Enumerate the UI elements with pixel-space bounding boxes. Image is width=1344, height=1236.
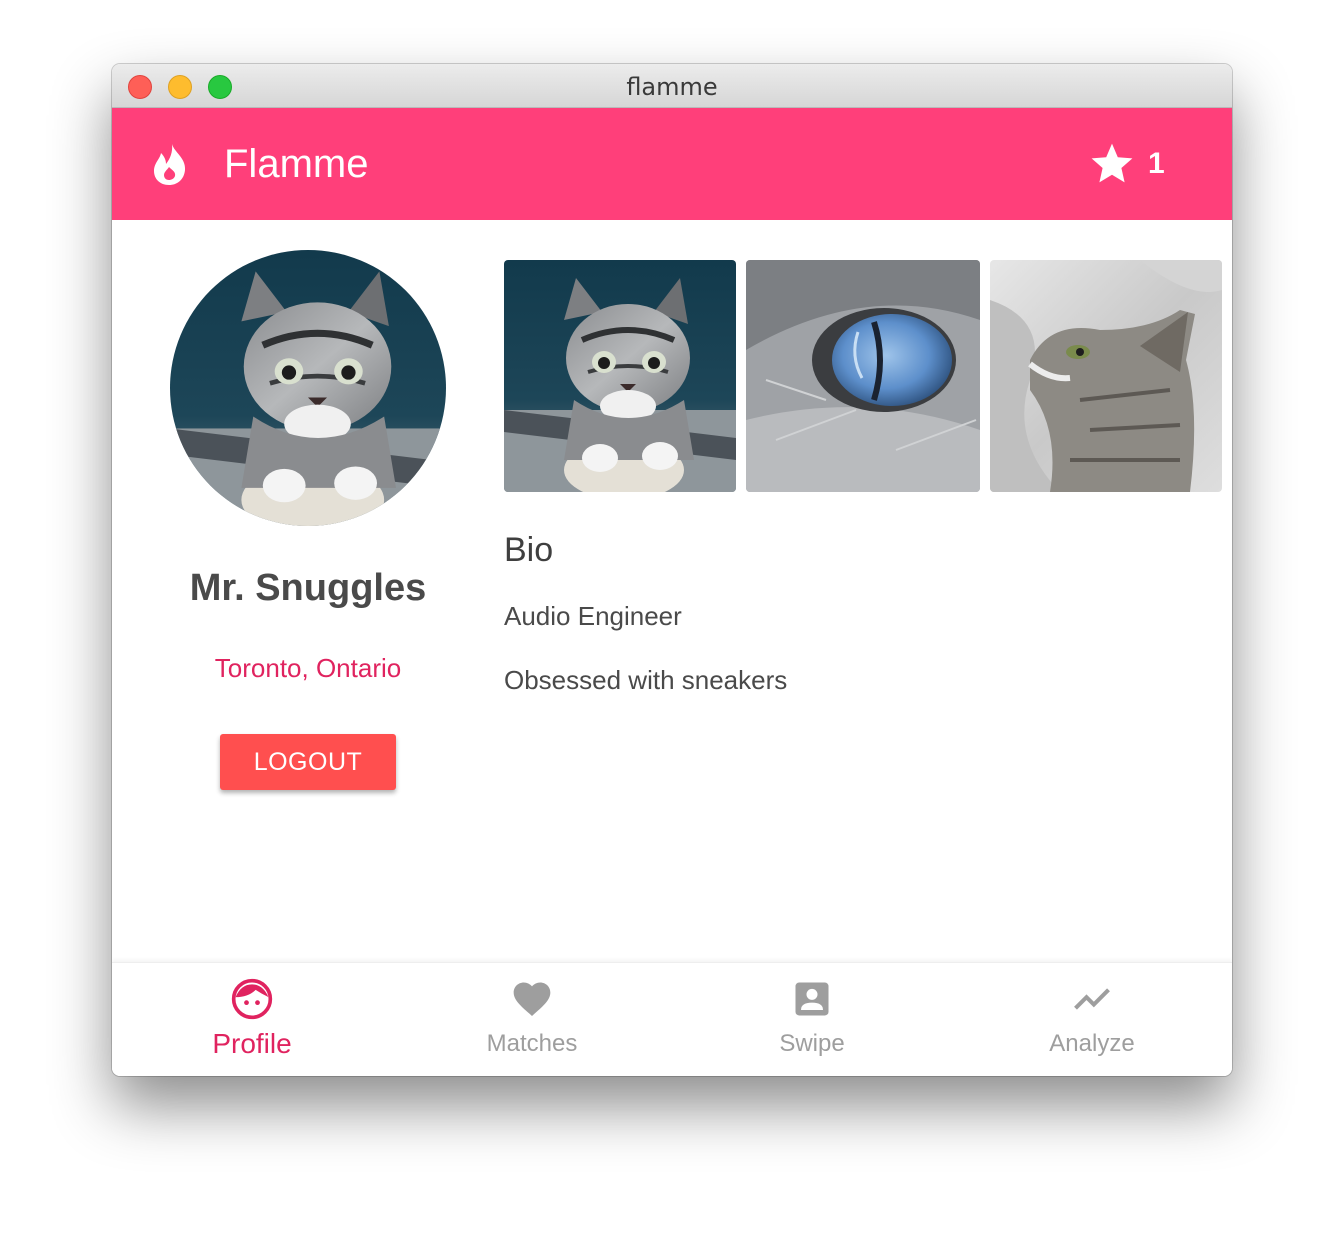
bio-line: Audio Engineer [504, 601, 682, 631]
nav-item-profile[interactable]: Profile [112, 963, 392, 1076]
nav-label-matches: Matches [486, 1030, 578, 1057]
cat-eye-photo [746, 260, 980, 492]
flame-icon [154, 144, 186, 185]
nav-label-swipe: Swipe [779, 1030, 845, 1057]
profile-location: Toronto, Ontario [214, 653, 402, 683]
nav-label-profile: Profile [212, 1028, 292, 1059]
profile-avatar [170, 250, 446, 526]
kitten-photo [170, 250, 446, 526]
profile-photo-2[interactable] [746, 260, 980, 492]
bio-heading: Bio [504, 531, 554, 569]
app-bar: Flamme 1 [112, 108, 1232, 220]
nav-label-analyze: Analyze [1049, 1030, 1135, 1057]
app-window: flamme Flamme 1 Mr. Snuggles Toronto, On… [112, 64, 1232, 1076]
nav-item-analyze[interactable]: Analyze [952, 963, 1232, 1076]
profile-name: Mr. Snuggles [189, 567, 427, 609]
logout-button[interactable]: LOGOUT [220, 734, 396, 790]
heart-icon [513, 982, 551, 1017]
nav-item-matches[interactable]: Matches [392, 963, 672, 1076]
app-title: Flamme [224, 142, 369, 186]
face-icon [231, 978, 273, 1020]
cat-looking-up-photo [990, 260, 1222, 492]
favorites-button[interactable]: 1 [1084, 138, 1204, 190]
profile-photo-3[interactable] [990, 260, 1222, 492]
bottom-navigation: Profile Matches Swipe Analyze [112, 962, 1232, 1076]
profile-content: Mr. Snuggles Toronto, Ontario LOGOUT Bio… [112, 220, 1232, 962]
star-icon [1091, 143, 1133, 183]
favorites-count: 1 [1148, 147, 1165, 180]
bio-line: Obsessed with sneakers [504, 665, 788, 695]
person-card-icon [795, 982, 829, 1016]
kitten-photo [504, 260, 736, 492]
trending-up-icon [1074, 988, 1110, 1010]
window-title: flamme [626, 73, 718, 101]
profile-photo-1[interactable] [504, 260, 736, 492]
title-bar[interactable]: flamme [112, 64, 1232, 108]
nav-item-swipe[interactable]: Swipe [672, 963, 952, 1076]
